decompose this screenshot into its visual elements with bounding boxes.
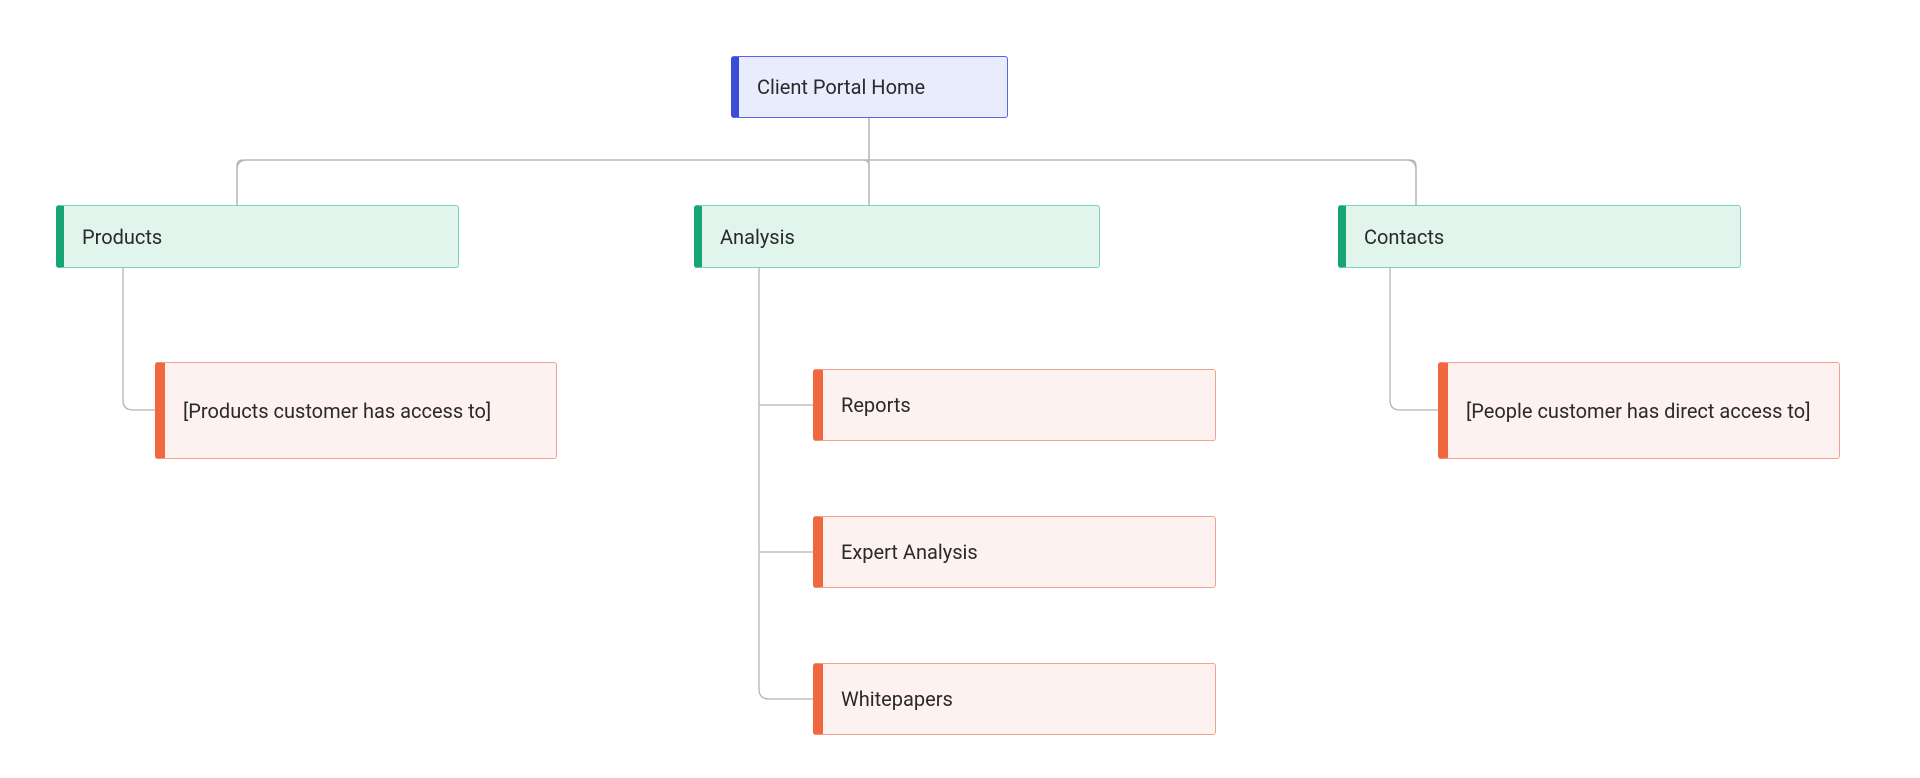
node-root[interactable]: Client Portal Home <box>731 56 1008 118</box>
node-child-contacts-access[interactable]: [People customer has direct access to] <box>1438 362 1840 459</box>
node-child-expert-analysis[interactable]: Expert Analysis <box>813 516 1216 588</box>
node-root-label: Client Portal Home <box>757 75 925 99</box>
node-child-whitepapers[interactable]: Whitepapers <box>813 663 1216 735</box>
node-section-analysis[interactable]: Analysis <box>694 205 1100 268</box>
node-child-label: Expert Analysis <box>841 540 978 564</box>
node-child-label: Whitepapers <box>841 687 953 711</box>
node-child-products-access[interactable]: [Products customer has access to] <box>155 362 557 459</box>
node-child-reports[interactable]: Reports <box>813 369 1216 441</box>
node-child-label: Reports <box>841 393 911 417</box>
node-section-label: Analysis <box>720 225 795 249</box>
node-child-label: [Products customer has access to] <box>183 397 491 425</box>
node-section-contacts[interactable]: Contacts <box>1338 205 1741 268</box>
node-section-label: Products <box>82 225 162 249</box>
node-section-products[interactable]: Products <box>56 205 459 268</box>
node-section-label: Contacts <box>1364 225 1444 249</box>
node-child-label: [People customer has direct access to] <box>1466 397 1811 425</box>
